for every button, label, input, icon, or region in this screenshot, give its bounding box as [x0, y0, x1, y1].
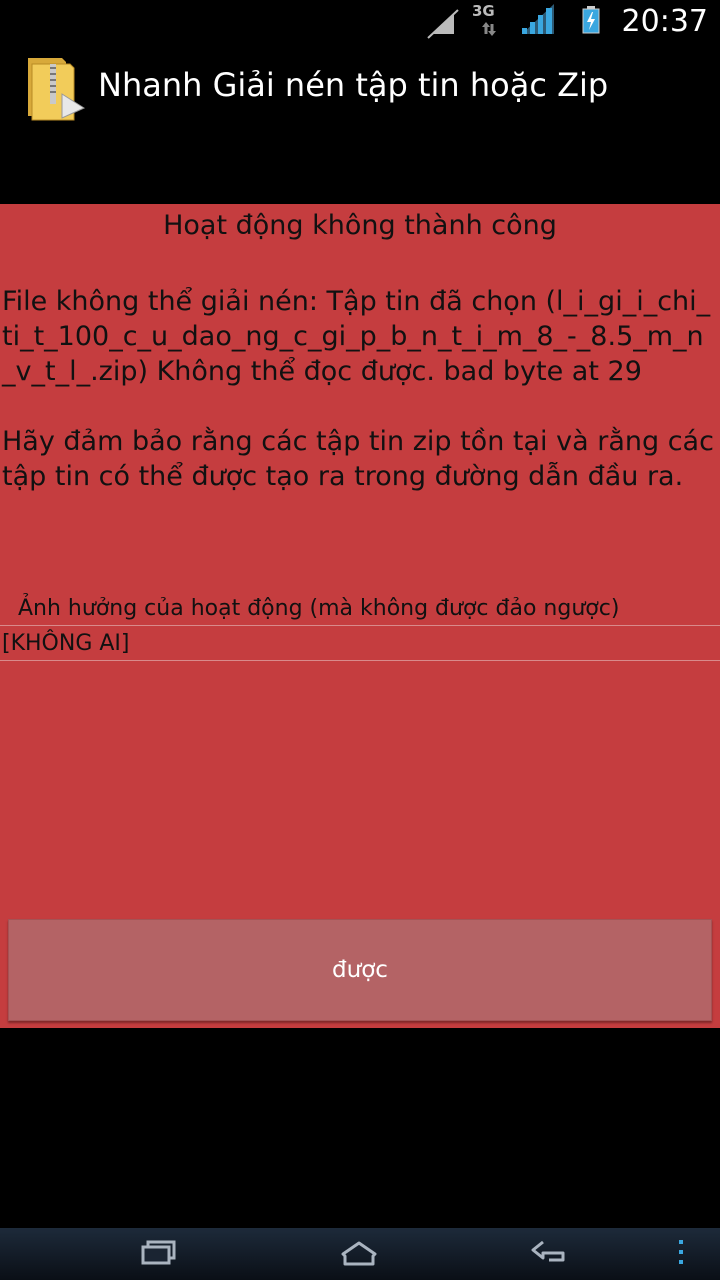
status-bar: 3G 20:37 — [0, 0, 720, 48]
recent-apps-button[interactable] — [114, 1228, 204, 1280]
error-dialog: Hoạt động không thành công File không th… — [0, 204, 720, 1028]
app-title: Nhanh Giải nén tập tin hoặc Zip — [98, 66, 609, 104]
effects-label: Ảnh hưởng của hoạt động (mà không được đ… — [18, 596, 620, 621]
network-3g-icon: 3G — [468, 0, 504, 48]
menu-icon — [636, 1238, 720, 1268]
ok-button[interactable]: được — [8, 919, 712, 1021]
battery-charging-icon — [580, 0, 604, 48]
signal-muted-icon — [424, 0, 462, 48]
home-button[interactable] — [314, 1228, 404, 1280]
action-bar: Nhanh Giải nén tập tin hoặc Zip — [0, 48, 720, 128]
dialog-title: Hoạt động không thành công — [163, 210, 557, 241]
zip-folder-icon — [22, 54, 90, 122]
back-button[interactable] — [506, 1228, 596, 1280]
signal-strength-icon — [518, 0, 558, 48]
divider — [0, 625, 720, 626]
back-icon — [506, 1238, 596, 1268]
menu-button[interactable] — [636, 1228, 720, 1280]
divider — [0, 660, 720, 661]
effects-value: [KHÔNG AI] — [2, 631, 130, 656]
error-message: File không thể giải nén: Tập tin đã chọn… — [2, 286, 714, 492]
home-icon — [314, 1238, 404, 1268]
recent-apps-icon — [114, 1238, 204, 1268]
navigation-bar — [0, 1228, 720, 1280]
clock: 20:37 — [621, 4, 708, 39]
